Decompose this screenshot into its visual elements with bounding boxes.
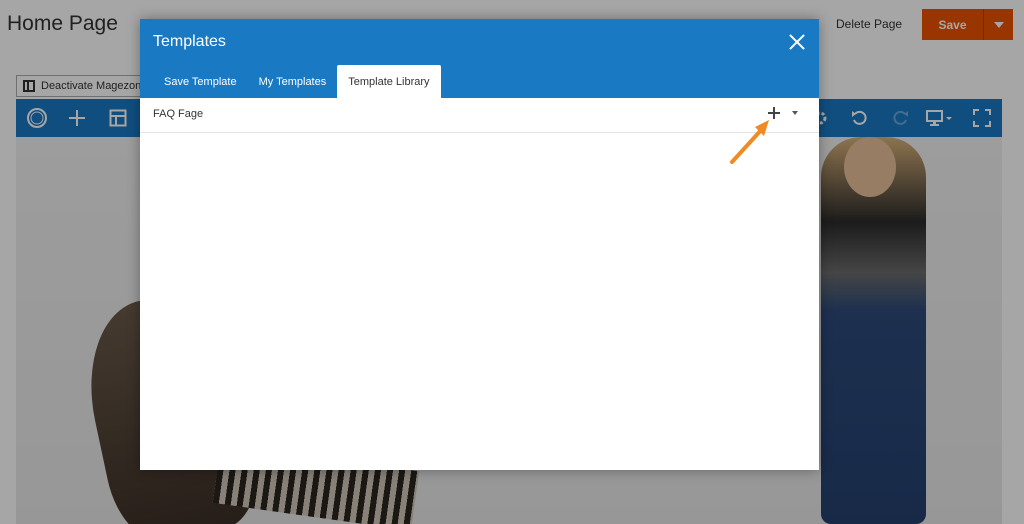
tab-my-templates[interactable]: My Templates <box>248 65 338 98</box>
annotation-arrow-icon <box>730 120 769 164</box>
modal-header: Templates Save Template My Templates Tem… <box>140 19 819 98</box>
modal-title: Templates <box>153 33 226 50</box>
template-row[interactable]: FAQ Fage <box>140 98 819 133</box>
modal-tabs: Save Template My Templates Template Libr… <box>153 65 441 98</box>
tab-template-library[interactable]: Template Library <box>337 65 441 98</box>
close-icon[interactable] <box>788 33 806 51</box>
caret-down-icon[interactable] <box>792 111 798 115</box>
templates-modal: Templates Save Template My Templates Tem… <box>140 19 819 470</box>
template-name: FAQ Fage <box>153 108 204 120</box>
tab-save-template[interactable]: Save Template <box>153 65 248 98</box>
